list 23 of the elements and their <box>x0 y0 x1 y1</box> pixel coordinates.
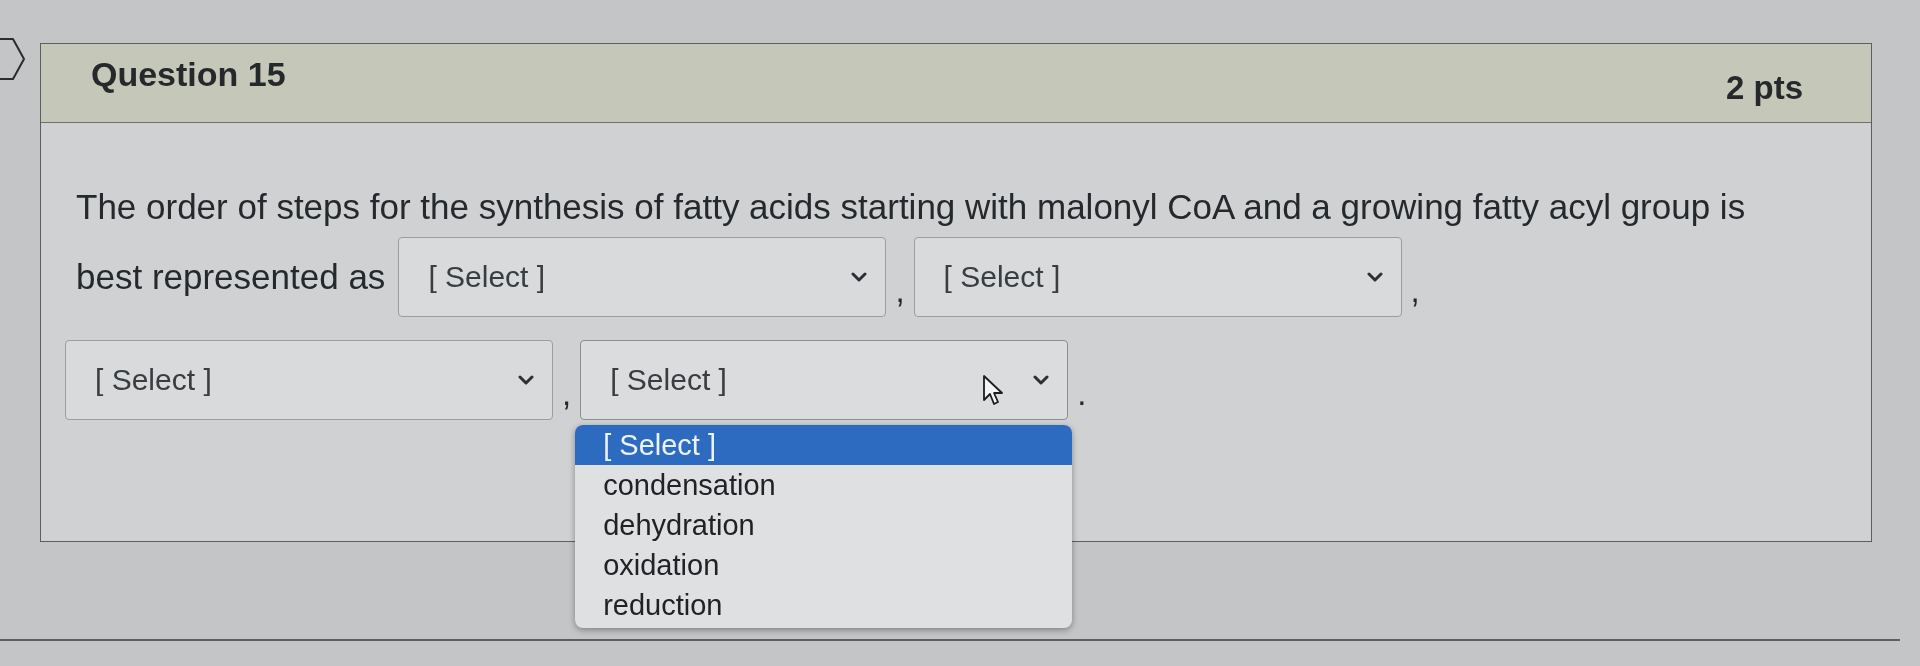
chevron-down-icon <box>1366 272 1383 282</box>
chevron-down-icon <box>1033 375 1050 385</box>
select-dropdown[interactable]: [ Select ] <box>65 340 553 420</box>
dropdown-option[interactable]: dehydration <box>575 505 1073 545</box>
points-label: 2 pts <box>1725 69 1803 107</box>
dropdown-option[interactable]: condensation <box>575 465 1073 505</box>
select-dropdown[interactable]: [ Select ] <box>580 340 1069 420</box>
question-title: Question 15 <box>91 54 286 94</box>
dropdown-option[interactable]: reduction <box>575 585 1073 625</box>
question-text: The order of steps for the synthesis of fatty acids starting with malonyl CoA and a growing fatty acyl group is <box>76 187 1746 227</box>
dropdown-option[interactable]: oxidation <box>575 545 1073 585</box>
chevron-down-icon <box>851 272 868 282</box>
punctuation-text: . <box>1077 374 1087 414</box>
punctuation-text: , <box>895 271 905 311</box>
punctuation-text: , <box>562 374 572 414</box>
select-dropdown[interactable]: [ Select ] <box>398 237 887 317</box>
dropdown-option[interactable]: [ Select ] <box>575 425 1073 465</box>
punctuation-text: , <box>1410 271 1420 311</box>
question-text: best represented as <box>76 257 386 297</box>
select-dropdown[interactable]: [ Select ] <box>913 237 1402 317</box>
chevron-icon[interactable] <box>0 37 26 81</box>
chevron-down-icon <box>518 375 534 385</box>
cursor-icon <box>982 374 1006 406</box>
